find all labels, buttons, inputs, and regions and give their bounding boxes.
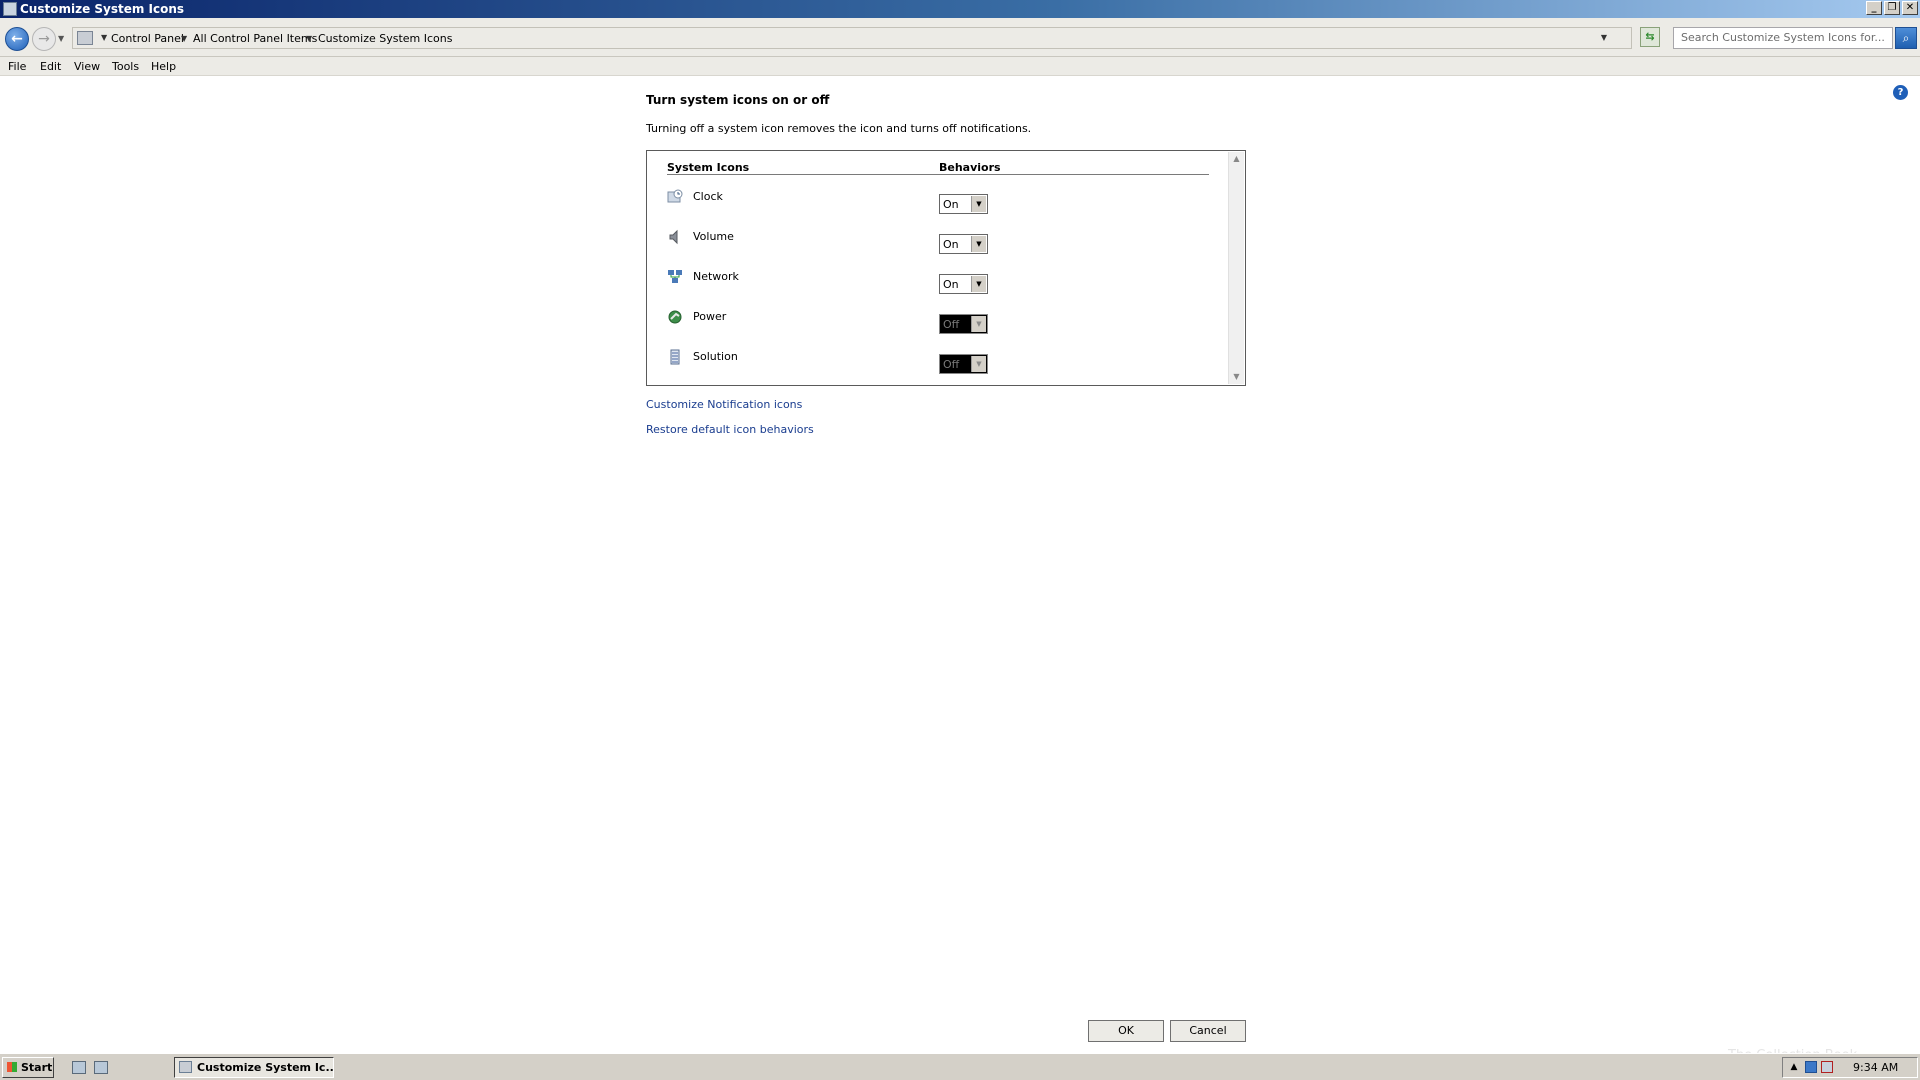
list-item-label: Network	[693, 270, 739, 283]
list-item-network: Network On ▼	[647, 261, 1207, 301]
scroll-up-arrow-icon[interactable]: ▲	[1229, 152, 1244, 166]
list-item-label: Solution	[693, 350, 738, 363]
select-value: Off	[943, 318, 960, 331]
recent-pages-dropdown[interactable]: ▼	[58, 34, 64, 43]
list-item-label: Volume	[693, 230, 734, 243]
control-panel-icon	[77, 31, 93, 45]
address-bar: ← → ▼ ▼ Control Panel ▼ All Control Pane…	[0, 18, 1920, 57]
chevron-down-icon[interactable]: ▼	[971, 236, 986, 252]
system-icons-list: System Icons Behaviors Clock On ▼ Volume…	[646, 150, 1246, 386]
close-button[interactable]: ✕	[1902, 1, 1918, 15]
server-manager-icon[interactable]	[72, 1061, 86, 1074]
scroll-down-arrow-icon[interactable]: ▼	[1229, 370, 1244, 384]
cancel-button[interactable]: Cancel	[1170, 1020, 1246, 1042]
select-value: Off	[943, 358, 960, 371]
list-item-label: Power	[693, 310, 727, 323]
clock-icon	[667, 189, 683, 203]
network-icon	[668, 270, 682, 283]
chevron-down-icon[interactable]: ▼	[181, 34, 187, 43]
menu-view[interactable]: View	[74, 60, 100, 73]
select-value: On	[943, 238, 959, 251]
breadcrumb-all-items[interactable]: All Control Panel Items	[193, 32, 317, 45]
windows-logo-icon	[7, 1062, 17, 1072]
page-description: Turning off a system icon removes the ic…	[646, 122, 1032, 135]
window-title: Customize System Icons	[20, 2, 185, 16]
select-value: On	[943, 278, 959, 291]
select-value: On	[943, 198, 959, 211]
chevron-down-icon[interactable]: ▼	[101, 33, 107, 42]
address-field[interactable]: ▼ Control Panel ▼ All Control Panel Item…	[72, 27, 1632, 49]
search-input[interactable]: Search Customize System Icons for...	[1673, 27, 1893, 49]
behavior-select-network[interactable]: On ▼	[939, 274, 988, 294]
list-item-volume: Volume On ▼	[647, 221, 1207, 261]
action-center-icon	[670, 349, 680, 365]
control-panel-icon	[179, 1061, 192, 1073]
list-item-solution: Solution Off ▼	[647, 341, 1207, 381]
start-label: Start	[21, 1061, 53, 1074]
action-center-icon[interactable]	[1821, 1061, 1833, 1073]
taskbar-item-label: Customize System Ic...	[197, 1061, 334, 1074]
refresh-button[interactable]: ⇆	[1640, 27, 1660, 47]
chevron-down-icon: ▼	[971, 356, 986, 372]
behavior-select-clock[interactable]: On ▼	[939, 194, 988, 214]
chevron-down-icon[interactable]: ▼	[306, 34, 312, 43]
restore-default-behaviors-link[interactable]: Restore default icon behaviors	[646, 423, 814, 436]
chevron-down-icon[interactable]: ▼	[971, 196, 986, 212]
show-hidden-icons-icon[interactable]: ▲	[1788, 1061, 1800, 1073]
search-icon[interactable]: ⌕	[1895, 27, 1917, 49]
power-icon	[668, 310, 682, 324]
network-icon[interactable]	[1805, 1061, 1817, 1073]
volume-icon	[669, 229, 678, 245]
menu-file[interactable]: File	[8, 60, 26, 73]
behavior-select-volume[interactable]: On ▼	[939, 234, 988, 254]
show-desktop-icon[interactable]	[94, 1061, 108, 1074]
behavior-select-power: Off ▼	[939, 314, 988, 334]
list-item-power: Power Off ▼	[647, 301, 1207, 341]
breadcrumb-current[interactable]: Customize System Icons	[318, 32, 452, 45]
window-controls: _ ❐ ✕	[1866, 1, 1918, 15]
column-header-behaviors: Behaviors	[939, 161, 1001, 174]
breadcrumb-control-panel[interactable]: Control Panel	[111, 32, 184, 45]
restore-button[interactable]: ❐	[1884, 1, 1900, 15]
back-button[interactable]: ←	[5, 27, 29, 51]
list-item-label: Clock	[693, 190, 723, 203]
menu-help[interactable]: Help	[151, 60, 176, 73]
menu-edit[interactable]: Edit	[40, 60, 61, 73]
start-button[interactable]: Start	[2, 1057, 54, 1078]
vertical-scrollbar[interactable]: ▲ ▼	[1228, 152, 1244, 384]
behavior-select-solution: Off ▼	[939, 354, 988, 374]
customize-notification-icons-link[interactable]: Customize Notification icons	[646, 398, 802, 411]
minimize-button[interactable]: _	[1866, 1, 1882, 15]
list-item-clock: Clock On ▼	[647, 181, 1207, 221]
taskbar-item-customize-system-icons[interactable]: Customize System Ic...	[174, 1057, 334, 1078]
control-panel-icon	[3, 2, 17, 16]
menu-tools[interactable]: Tools	[112, 60, 139, 73]
chevron-down-icon: ▼	[971, 316, 986, 332]
page-title: Turn system icons on or off	[646, 93, 830, 107]
taskbar: Start Customize System Ic... ▲ 9:34 AM	[0, 1053, 1920, 1080]
address-history-dropdown[interactable]: ▼	[1601, 33, 1607, 42]
title-bar: Customize System Icons _ ❐ ✕	[0, 0, 1920, 18]
notification-area: ▲ 9:34 AM	[1782, 1057, 1918, 1078]
column-header-system-icons: System Icons	[667, 161, 750, 174]
help-icon[interactable]: ?	[1893, 85, 1908, 100]
forward-button[interactable]: →	[32, 27, 56, 51]
header-divider	[667, 174, 1209, 175]
ok-button[interactable]: OK	[1088, 1020, 1164, 1042]
menu-bar: File Edit View Tools Help	[0, 57, 1920, 76]
system-clock[interactable]: 9:34 AM	[1853, 1061, 1898, 1074]
chevron-down-icon[interactable]: ▼	[971, 276, 986, 292]
